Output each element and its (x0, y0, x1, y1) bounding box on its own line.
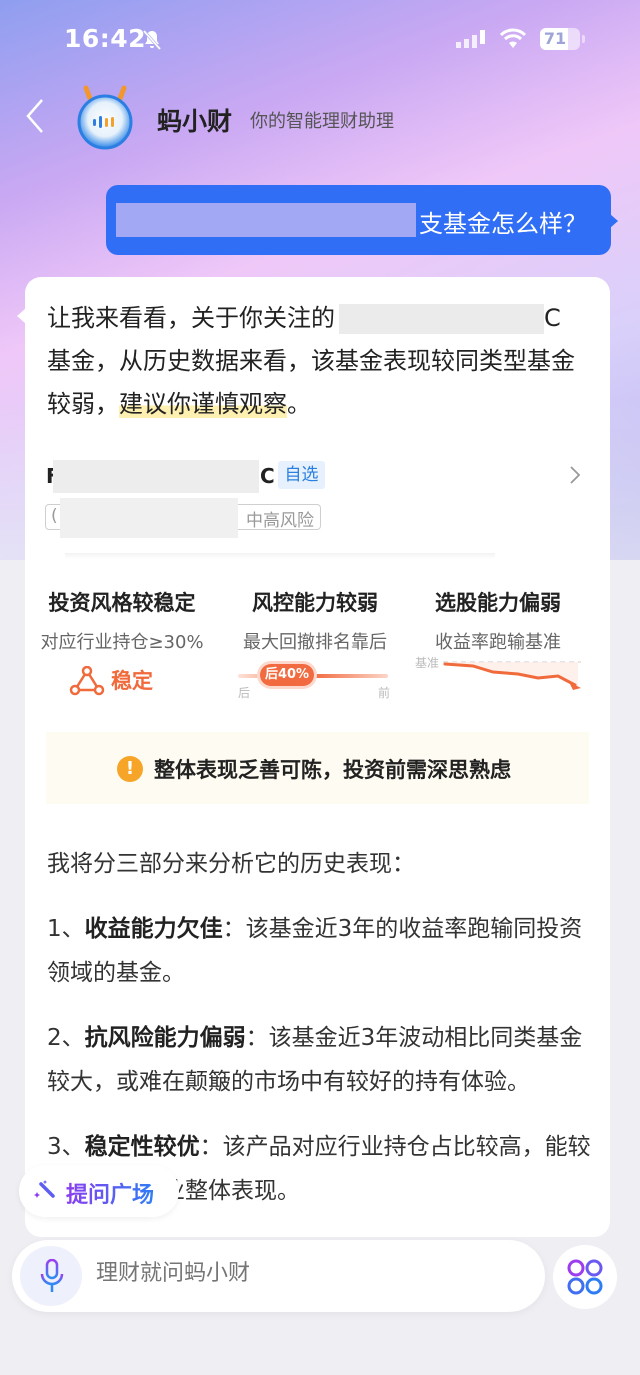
app-name: 蚂小财 (157, 107, 233, 136)
question-plaza-button[interactable]: 提问广场 (19, 1165, 179, 1217)
more-apps-button[interactable] (553, 1245, 617, 1309)
question-input[interactable] (96, 1260, 516, 1286)
magic-wand-icon (34, 1180, 55, 1198)
input-bar (12, 1240, 545, 1312)
metric-subtitle: 收益率跑输基准 (435, 632, 561, 653)
intro-highlight: 建议你谨慎观察 (119, 390, 287, 418)
user-message-bubble: 支基金怎么样？ (106, 185, 618, 255)
point-prefix: 2、 (47, 1025, 85, 1051)
rank-bar: 后40% 后 前 (220, 660, 410, 700)
rank-label-back: 后 (238, 686, 251, 700)
microphone-icon (40, 1259, 64, 1292)
point-title: 收益能力欠佳 (84, 916, 223, 942)
analysis-point: 1、收益能力欠佳：该基金近3年的收益率跑输同投资领域的基金。 (47, 907, 592, 995)
analysis-intro: 我将分三部分来分析它的历史表现： (47, 851, 415, 877)
status-bar: 16:42 71 (0, 22, 640, 58)
redacted-fund-tag (60, 498, 238, 538)
voice-input-button[interactable] (20, 1246, 82, 1306)
signal-icon (456, 30, 485, 48)
point-prefix: 3、 (47, 1134, 85, 1160)
metric-title: 投资风格较稳定 (48, 591, 196, 615)
chevron-left-icon[interactable] (22, 96, 46, 136)
question-plaza-label: 提问广场 (66, 1177, 154, 1209)
metric-investment-style: 投资风格较稳定 对应行业持仓≥30% 稳定 (27, 587, 217, 700)
metric-stock-picking: 选股能力偏弱 收益率跑输基准 基准 (403, 587, 593, 700)
warning-text: 整体表现乏善可陈，投资前需深思熟虑 (154, 758, 511, 782)
battery-indicator: 71 (540, 28, 580, 50)
metric-title: 选股能力偏弱 (435, 591, 561, 615)
bell-muted-icon (142, 30, 162, 50)
wifi-icon (500, 28, 526, 48)
watchlist-badge[interactable]: 自选 (278, 461, 325, 489)
redacted-fund-name (339, 304, 544, 334)
tag-edge: ( (51, 506, 58, 526)
user-message-text: 支基金怎么样？ (419, 210, 587, 238)
point-prefix: 1、 (47, 916, 85, 942)
triangle-nodes-icon (69, 666, 105, 696)
chat-header: 蚂小财 你的智能理财助理 (0, 80, 640, 152)
risk-level-tag: 中高风险 (246, 511, 314, 531)
battery-level: 71 (543, 29, 567, 48)
intro-edge: C (544, 304, 561, 332)
divider (65, 553, 495, 559)
redacted-fund-title[interactable] (53, 460, 259, 493)
intro-end: 。 (287, 390, 311, 418)
metric-subtitle: 最大回撤排名靠后 (243, 632, 387, 653)
assistant-avatar-icon (77, 85, 133, 150)
point-title: 稳定性较优 (84, 1134, 200, 1160)
intro-part1: 让我来看看，关于你关注的 (47, 304, 335, 332)
stable-badge: 稳定 (111, 669, 153, 693)
benchmark-chart: 基准 (403, 656, 593, 700)
grid-circles-icon (567, 1259, 603, 1295)
benchmark-trend-icon (443, 661, 581, 690)
battery-tip (582, 35, 585, 43)
metric-risk-control: 风控能力较弱 最大回撤排名靠后 后40% 后 前 (220, 587, 410, 700)
status-time: 16:42 (64, 24, 147, 53)
warning-banner: ! 整体表现乏善可陈，投资前需深思熟虑 (46, 732, 589, 804)
rank-label-front: 前 (378, 686, 391, 700)
metric-viz: 稳定 (27, 660, 217, 700)
metric-title: 风控能力较弱 (252, 591, 378, 615)
exclamation-icon: ! (117, 756, 143, 782)
metric-subtitle: 对应行业持仓≥30% (40, 632, 204, 653)
rank-pill: 后40% (260, 664, 314, 686)
redacted-text (116, 203, 416, 237)
app-subtitle: 你的智能理财助理 (250, 111, 394, 132)
point-title: 抗风险能力偏弱 (84, 1025, 246, 1051)
ai-response-card: 让我来看看，关于你关注的 C 基金，从历史数据来看，该基金表现较同类型基金较弱，建… (25, 277, 610, 1237)
analysis-point: 2、抗风险能力偏弱：该基金近3年波动相比同类基金较大，或难在颠簸的市场中有较好的… (47, 1016, 592, 1104)
ai-intro-text: 让我来看看，关于你关注的 C 基金，从历史数据来看，该基金表现较同类型基金较弱，建… (47, 297, 592, 426)
fund-name-edge-right: C (260, 464, 275, 488)
chevron-right-icon[interactable] (568, 464, 582, 486)
